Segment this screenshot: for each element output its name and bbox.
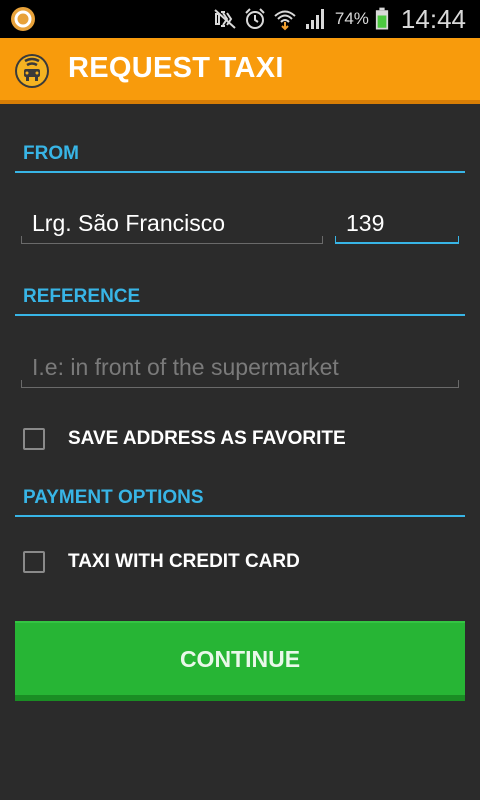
- credit-card-checkbox[interactable]: [23, 551, 45, 573]
- street-input-underline: [21, 236, 323, 244]
- alarm-icon: [245, 8, 265, 29]
- battery-icon: [375, 7, 389, 30]
- page-title: REQUEST TAXI: [68, 52, 284, 84]
- from-section-header: FROM: [15, 143, 465, 173]
- save-favorite-label[interactable]: SAVE ADDRESS AS FAVORITE: [68, 428, 346, 450]
- reference-input[interactable]: I.e: in front of the supermarket: [22, 354, 459, 381]
- reference-input-underline: [21, 380, 459, 388]
- clock: 14:44: [400, 3, 466, 34]
- taxi-logo-icon[interactable]: [14, 53, 50, 89]
- street-number-input-underline: [335, 236, 459, 244]
- payment-section-header: PAYMENT OPTIONS: [15, 487, 465, 517]
- credit-card-label[interactable]: TAXI WITH CREDIT CARD: [68, 551, 300, 573]
- save-favorite-checkbox[interactable]: [23, 428, 45, 450]
- action-bar: REQUEST TAXI: [0, 38, 480, 104]
- battery-percent: 74%: [334, 9, 369, 28]
- mute-icon: [214, 9, 236, 29]
- reference-section-header: REFERENCE: [15, 286, 465, 316]
- street-input[interactable]: Lrg. São Francisco: [22, 210, 322, 237]
- credit-card-row[interactable]: TAXI WITH CREDIT CARD: [23, 548, 300, 576]
- signal-icon: [305, 9, 324, 29]
- save-favorite-row[interactable]: SAVE ADDRESS AS FAVORITE: [23, 425, 346, 453]
- status-bar: 74% 14:44: [0, 0, 480, 38]
- continue-button[interactable]: CONTINUE: [15, 621, 465, 701]
- wifi-download-icon: [274, 10, 296, 31]
- app-notification-icon: [11, 7, 35, 31]
- street-number-input[interactable]: 139: [336, 210, 459, 237]
